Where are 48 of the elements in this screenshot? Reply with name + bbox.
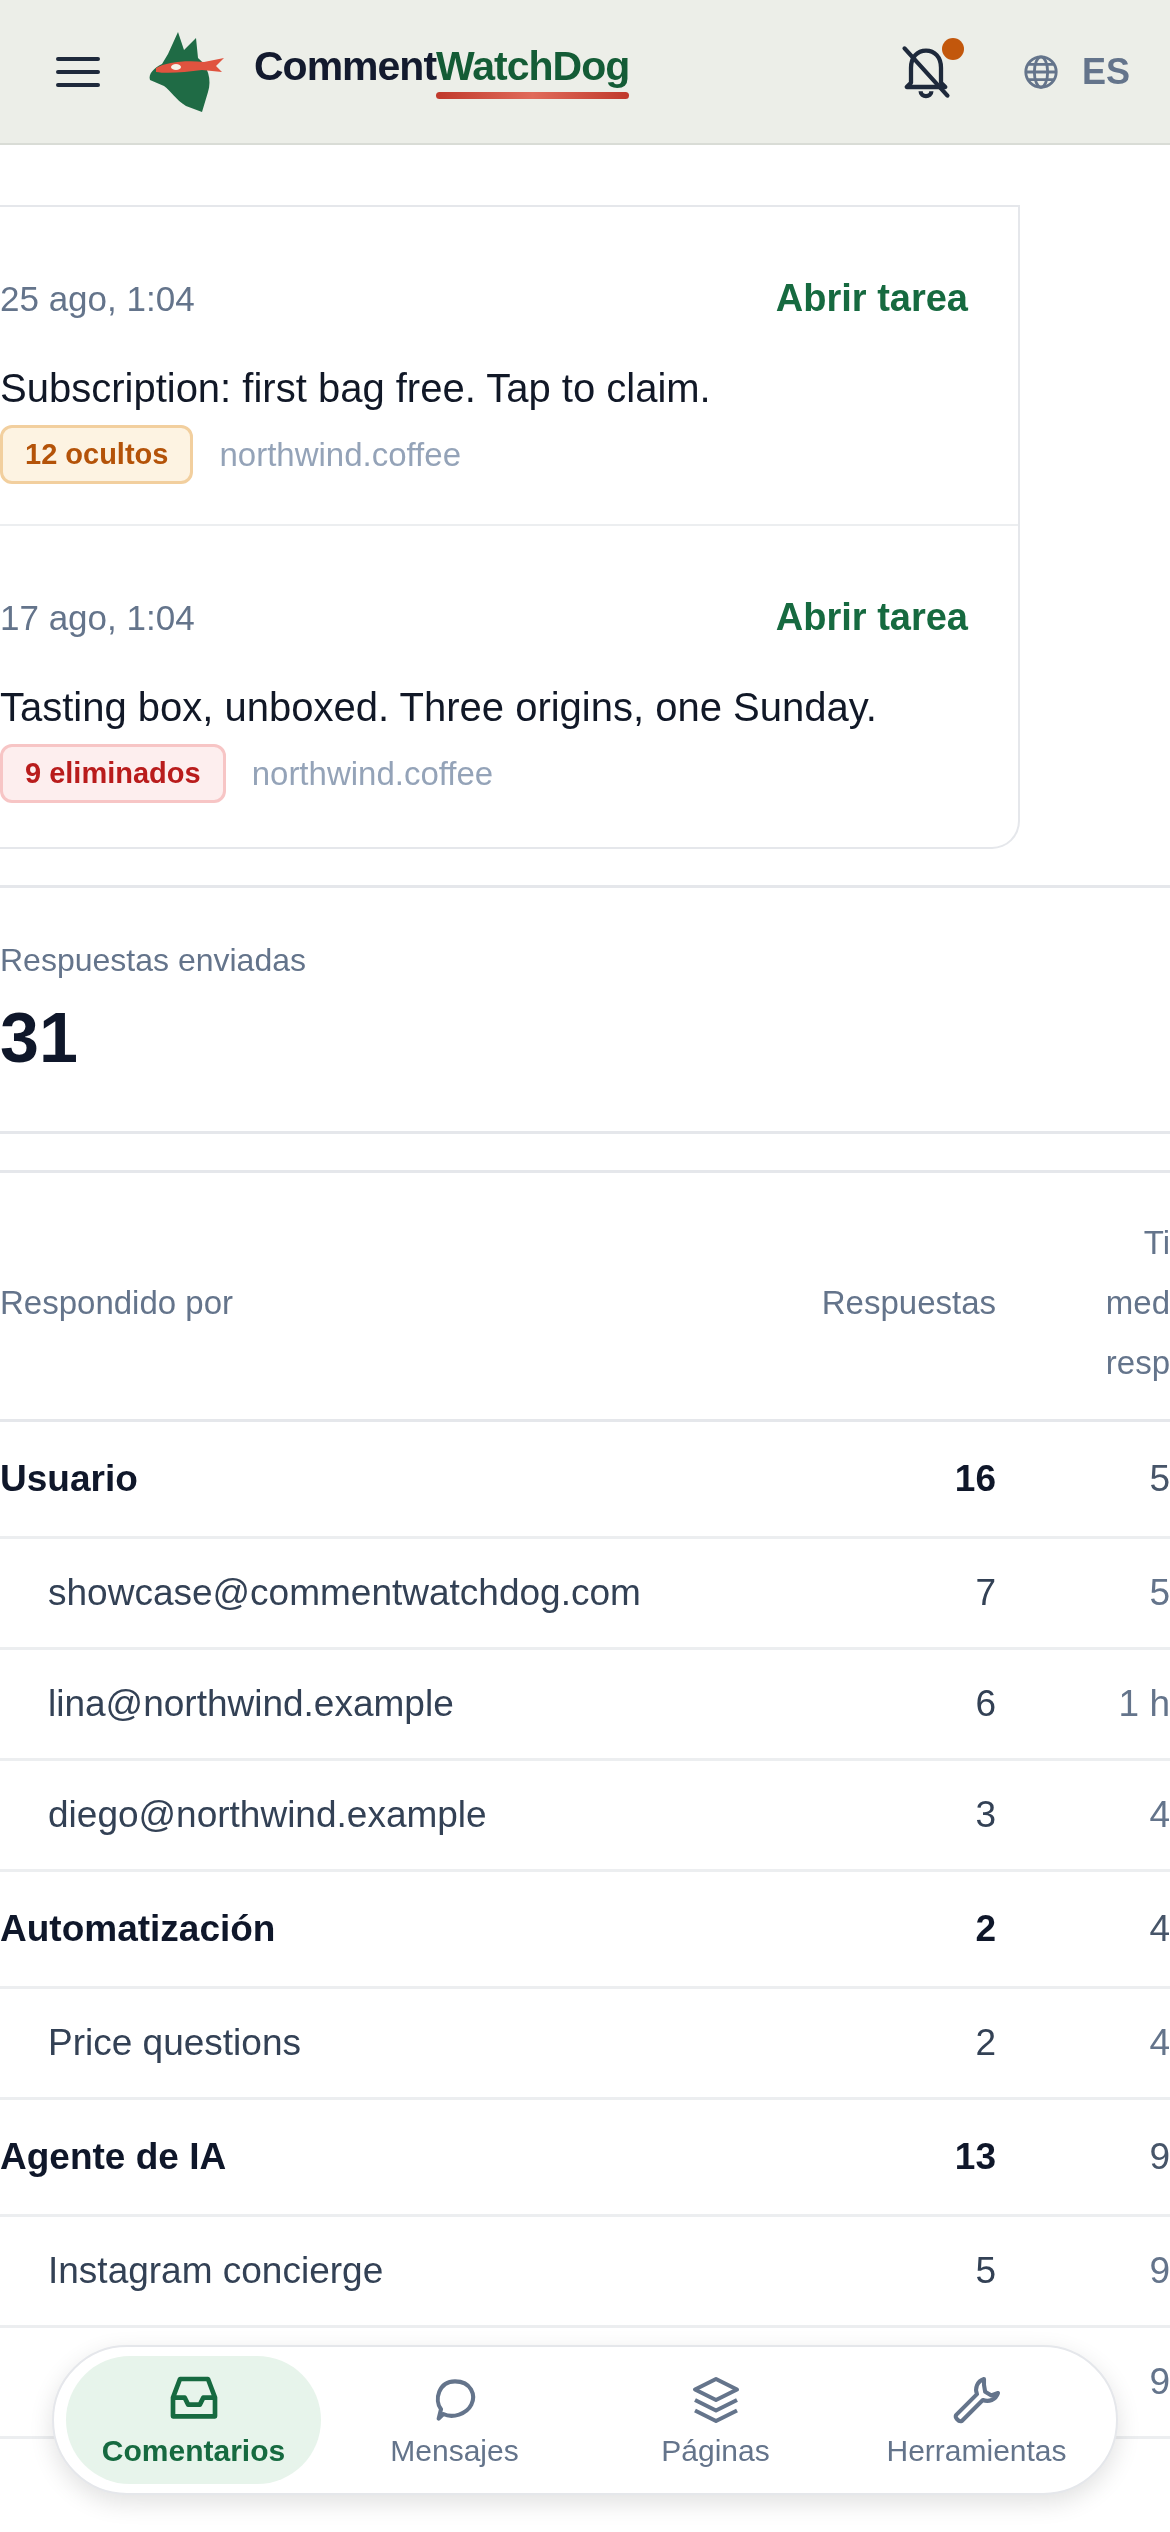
row-label: lina@northwind.example [48, 1683, 454, 1724]
reply-count: 6 [975, 1683, 996, 1724]
table-cell: 4 [1149, 1908, 1170, 1949]
source-domain: northwind.coffee [251, 754, 494, 793]
table-cell: 4 [1149, 1794, 1170, 1835]
row-label: Usuario [0, 1458, 138, 1499]
column-header: Respondido por [0, 1173, 700, 1421]
nav-tab[interactable]: Mensajes [327, 2356, 582, 2484]
status-badge: 9 eliminados [0, 744, 226, 803]
reply-count: 7 [975, 1572, 996, 1613]
column-header: Ti med resp [996, 1173, 1170, 1421]
table-cell: 9 [1149, 2361, 1170, 2402]
stat-value: 31 [0, 1003, 79, 1073]
brand-name: CommentWatchDog [254, 33, 630, 110]
table-cell: 4 [1149, 2022, 1170, 2063]
row-label: Instagram concierge [48, 2250, 384, 2291]
nav-tab[interactable]: Páginas [588, 2356, 843, 2484]
open-task-link[interactable]: Abrir tarea [775, 596, 968, 639]
nav-tab[interactable]: Comentarios [66, 2356, 321, 2484]
row-label: showcase@commentwatchdog.com [48, 1572, 641, 1613]
row-label: Automatización [0, 1908, 276, 1949]
task-date: 25 ago, 1:04 [0, 278, 195, 319]
table-cell: 5 [1149, 1572, 1170, 1613]
menu-icon[interactable] [56, 55, 100, 88]
source-domain: northwind.coffee [219, 435, 461, 474]
reply-count: 13 [954, 2136, 996, 2177]
open-task-link[interactable]: Abrir tarea [775, 277, 968, 320]
reply-count: 16 [954, 1458, 996, 1499]
comment-text: Subscription: first bag free. Tap to claim. [0, 366, 712, 411]
table-cell: 5 [1149, 1458, 1170, 1499]
reply-count: 2 [975, 2022, 996, 2063]
comment-text: Tasting box, unboxed. Three origins, one Sunday. [0, 685, 878, 730]
column-header: Respuestas [700, 1173, 996, 1421]
task-date: 17 ago, 1:04 [0, 597, 195, 638]
reply-count: 2 [975, 1908, 996, 1949]
row-label: Agente de IA [0, 2136, 227, 2177]
language-button[interactable]: ES [1021, 50, 1130, 93]
row-label: diego@northwind.example [48, 1794, 487, 1835]
reply-count: 5 [975, 2250, 996, 2291]
reply-count: 3 [975, 1794, 996, 1835]
nav-tab[interactable]: Herramientas [849, 2356, 1104, 2484]
stat-label: Respuestas enviadas [0, 942, 307, 979]
status-badge: 12 ocultos [0, 425, 194, 484]
globe-icon [1021, 52, 1060, 91]
table-cell: 9 [1149, 2136, 1170, 2177]
table-cell: 9 [1149, 2250, 1170, 2291]
table-cell: 1 h [1118, 1683, 1170, 1724]
row-label: Price questions [48, 2022, 301, 2063]
